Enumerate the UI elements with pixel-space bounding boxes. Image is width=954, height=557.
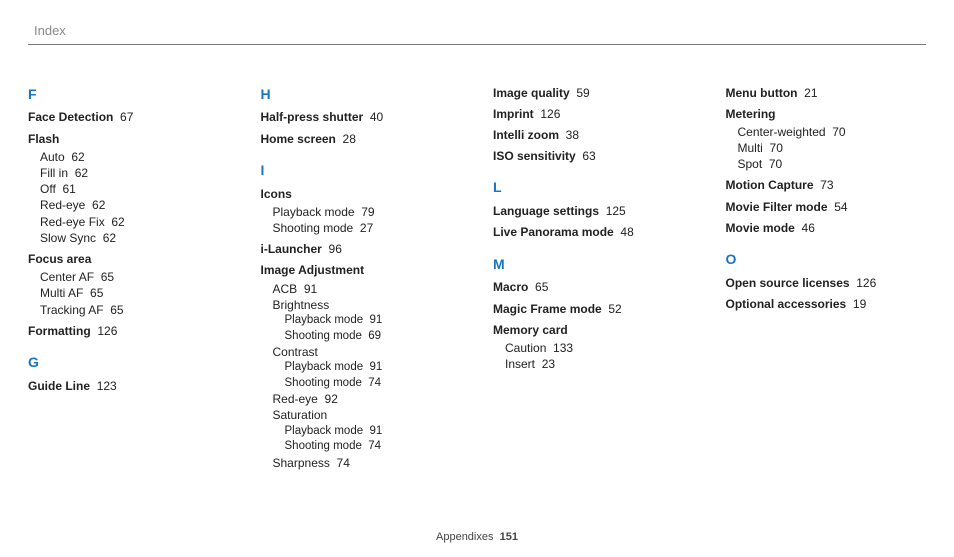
entry-flash-slowsync: Slow Sync 62: [40, 230, 229, 246]
entry-icons-playback: Playback mode 79: [273, 204, 462, 220]
entry-menubutton: Menu button 21: [726, 85, 927, 101]
entry-guideline: Guide Line 123: [28, 378, 229, 394]
entry-magicframe: Magic Frame mode 52: [493, 301, 694, 317]
entry-intellizoom: Intelli zoom 38: [493, 127, 694, 143]
entry-flash-redeye: Red-eye 62: [40, 197, 229, 213]
entry-saturation: Saturation: [273, 407, 462, 423]
entry-sharpness: Sharpness 74: [273, 455, 462, 471]
entry-macro: Macro 65: [493, 279, 694, 295]
index-columns: F Face Detection 67 Flash Auto 62 Fill i…: [28, 85, 926, 471]
section-letter-l: L: [493, 178, 694, 197]
entry-focus-tracking: Tracking AF 65: [40, 302, 229, 318]
entry-imprint: Imprint 126: [493, 106, 694, 122]
header-rule: [28, 44, 926, 45]
page-footer: Appendixes 151: [0, 530, 954, 545]
entry-metering-spot: Spot 70: [738, 156, 927, 172]
entry-language: Language settings 125: [493, 203, 694, 219]
entry-saturation-playback: Playback mode 91: [285, 424, 462, 440]
entry-focus-multi: Multi AF 65: [40, 285, 229, 301]
column-4: Menu button 21 Metering Center-weighted …: [726, 85, 927, 471]
entry-metering-center: Center-weighted 70: [738, 124, 927, 140]
entry-focus-center: Center AF 65: [40, 269, 229, 285]
entry-opensource: Open source licenses 126: [726, 275, 927, 291]
entry-image-adjustment: Image Adjustment: [261, 262, 462, 278]
entry-focus-area: Focus area: [28, 251, 229, 267]
entry-halfpress: Half-press shutter 40: [261, 109, 462, 125]
entry-icons-shooting: Shooting mode 27: [273, 220, 462, 236]
column-1: F Face Detection 67 Flash Auto 62 Fill i…: [28, 85, 229, 471]
entry-metering: Metering: [726, 106, 927, 122]
entry-face-detection: Face Detection 67: [28, 109, 229, 125]
entry-flash-auto: Auto 62: [40, 149, 229, 165]
entry-formatting: Formatting 126: [28, 323, 229, 339]
section-letter-o: O: [726, 250, 927, 269]
section-letter-m: M: [493, 255, 694, 274]
entry-brightness-shooting: Shooting mode 69: [285, 329, 462, 345]
entry-page: 67: [120, 110, 133, 124]
index-page: Index F Face Detection 67 Flash Auto 62 …: [0, 0, 954, 471]
entry-iso: ISO sensitivity 63: [493, 148, 694, 164]
footer-page-number: 151: [500, 531, 518, 543]
section-letter-i: I: [261, 161, 462, 180]
entry-redeye: Red-eye 92: [273, 391, 462, 407]
entry-memorycard: Memory card: [493, 322, 694, 338]
entry-contrast-playback: Playback mode 91: [285, 360, 462, 376]
entry-saturation-shooting: Shooting mode 74: [285, 439, 462, 455]
entry-memorycard-insert: Insert 23: [505, 356, 694, 372]
entry-contrast-shooting: Shooting mode 74: [285, 376, 462, 392]
entry-moviemode: Movie mode 46: [726, 220, 927, 236]
entry-homescreen: Home screen 28: [261, 131, 462, 147]
entry-contrast: Contrast: [273, 344, 462, 360]
entry-optionalacc: Optional accessories 19: [726, 296, 927, 312]
column-3: Image quality 59 Imprint 126 Intelli zoo…: [493, 85, 694, 471]
column-2: H Half-press shutter 40 Home screen 28 I…: [261, 85, 462, 471]
section-letter-g: G: [28, 353, 229, 372]
entry-acb: ACB 91: [273, 281, 462, 297]
entry-flash-fillin: Fill in 62: [40, 165, 229, 181]
section-letter-h: H: [261, 85, 462, 104]
entry-ilauncher: i-Launcher 96: [261, 241, 462, 257]
entry-memorycard-caution: Caution 133: [505, 340, 694, 356]
entry-moviefilter: Movie Filter mode 54: [726, 199, 927, 215]
footer-label: Appendixes: [436, 531, 494, 543]
entry-flash-redeyefix: Red-eye Fix 62: [40, 214, 229, 230]
entry-brightness-playback: Playback mode 91: [285, 313, 462, 329]
entry-livepanorama: Live Panorama mode 48: [493, 224, 694, 240]
section-letter-f: F: [28, 85, 229, 104]
entry-motioncapture: Motion Capture 73: [726, 177, 927, 193]
entry-brightness: Brightness: [273, 297, 462, 313]
entry-label: Face Detection: [28, 110, 113, 124]
entry-flash: Flash: [28, 131, 229, 147]
page-header-title: Index: [28, 22, 926, 44]
entry-metering-multi: Multi 70: [738, 140, 927, 156]
entry-flash-off: Off 61: [40, 181, 229, 197]
entry-icons: Icons: [261, 186, 462, 202]
entry-image-quality: Image quality 59: [493, 85, 694, 101]
